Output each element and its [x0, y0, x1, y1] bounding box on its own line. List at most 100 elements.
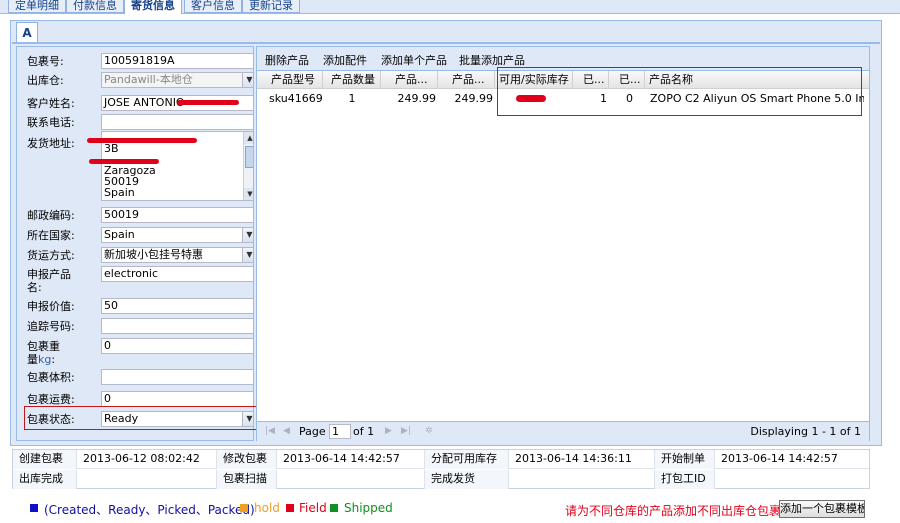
tab-payment-info[interactable]: 付款信息: [66, 0, 124, 13]
country-label: 所在国家:: [27, 229, 75, 242]
col-product-price[interactable]: 产品...: [381, 71, 438, 89]
declared-name-label-1: 申报产品: [27, 268, 71, 281]
page-label: Page: [299, 425, 326, 438]
declared-value-label: 申报价值:: [27, 300, 75, 313]
red-legend-swatch: [286, 504, 294, 512]
package-no-label: 包裹号:: [27, 55, 64, 68]
freight-label: 包裹运费:: [27, 393, 75, 406]
col-sku[interactable]: 产品型号: [257, 71, 323, 89]
shipping-method-value: 新加坡小包挂号特惠: [104, 248, 203, 261]
packer-label: 打包工ID: [655, 470, 715, 489]
batch-add-product-button[interactable]: 批量添加产品: [459, 52, 525, 68]
redaction-mark: [87, 138, 197, 143]
allocated-value: 2013-06-14 14:36:11: [509, 450, 655, 469]
orange-legend-swatch: [240, 504, 248, 512]
zip-label: 邮政编码:: [27, 209, 75, 222]
warehouse-warning: 请为不同仓库的产品添加不同出库仓包裹: [565, 504, 782, 518]
address-label: 发货地址:: [27, 137, 75, 150]
outbound-label: 出库完成: [13, 470, 77, 489]
redaction-mark: [89, 159, 159, 164]
shipping-method-select[interactable]: 新加坡小包挂号特惠 ▼: [101, 247, 253, 263]
blue-legend-text: (Created、Ready、Picked、Packed): [44, 503, 255, 517]
next-page-icon[interactable]: ▶: [385, 426, 392, 436]
volume-field[interactable]: [101, 369, 253, 385]
chevron-down-icon[interactable]: ▼: [242, 228, 253, 242]
cell-price: 249.99: [397, 92, 437, 105]
tab-package-a[interactable]: A: [16, 22, 38, 43]
last-page-icon[interactable]: ▶|: [401, 426, 411, 436]
tracking-field[interactable]: [101, 318, 253, 334]
packer-value: [715, 470, 869, 489]
scroll-up-icon[interactable]: ▲: [244, 132, 253, 144]
start-label: 开始制单: [655, 450, 715, 469]
col-qty[interactable]: 产品数量: [323, 71, 381, 89]
modified-value: 2013-06-14 14:42:57: [277, 450, 425, 469]
add-accessory-button[interactable]: 添加配件: [323, 52, 367, 68]
info-row-2: 出库完成 包裹扫描 完成发货 打包工ID: [13, 470, 869, 489]
weight-field[interactable]: 0: [101, 338, 253, 354]
address-scrollbar[interactable]: ▲ ▼: [243, 132, 253, 200]
weight-label-1: 包裹重: [27, 340, 60, 353]
warehouse-value: Pandawill-本地仓: [104, 73, 193, 86]
info-row-1: 创建包裹 2013-06-12 08:02:42 修改包裹 2013-06-14…: [13, 450, 869, 469]
delete-product-button[interactable]: 删除产品: [265, 52, 309, 68]
refresh-icon[interactable]: ✲: [425, 426, 433, 436]
created-label: 创建包裹: [13, 450, 77, 469]
status-highlight-box: [24, 406, 264, 430]
warehouse-label: 出库仓:: [27, 74, 64, 87]
scan-label: 包裹扫描: [217, 470, 277, 489]
tracking-label: 追踪号码:: [27, 320, 75, 333]
scroll-thumb[interactable]: [245, 146, 253, 168]
tab-shipping-info[interactable]: 寄货信息: [124, 0, 182, 14]
status-legend: (Created、Ready、Picked、Packed) hold Field…: [0, 498, 900, 520]
displaying-text: Displaying 1 - 1 of 1: [750, 425, 861, 438]
tab-customer-info[interactable]: 客户信息: [184, 0, 242, 13]
declared-value-field[interactable]: 50: [101, 298, 253, 314]
shipping-method-label: 货运方式:: [27, 249, 75, 262]
weight-colon: :: [51, 353, 56, 366]
outbound-value: [77, 470, 217, 489]
modified-label: 修改包裹: [217, 450, 277, 469]
grid-pager: |◀ ◀ Page 1 of 1 ▶ ▶| ✲ Displaying 1 - 1…: [257, 421, 869, 441]
country-value: Spain: [104, 228, 135, 241]
tab-order-detail[interactable]: 定单明细: [8, 0, 66, 13]
weight-unit: kg: [38, 353, 52, 366]
scan-value: [277, 470, 425, 489]
page-of-label: of 1: [353, 425, 375, 438]
start-value: 2013-06-14 14:42:57: [721, 452, 838, 465]
top-tab-strip: 定单明细 付款信息 寄货信息 客户信息 更新记录: [0, 0, 900, 14]
chevron-down-icon[interactable]: ▼: [242, 73, 253, 87]
package-form: 包裹号: 100591819A 出库仓: Pandawill-本地仓 ▼ 客户姓…: [16, 46, 254, 441]
add-package-template-button[interactable]: 添加一个包裹模板: [779, 500, 865, 518]
cell-qty: 1: [348, 92, 356, 105]
allocated-label: 分配可用库存: [425, 450, 509, 469]
prev-page-icon[interactable]: ◀: [283, 426, 290, 436]
redaction-mark: [177, 100, 239, 105]
volume-label: 包裹体积:: [27, 371, 75, 384]
created-value: 2013-06-12 08:02:42: [77, 450, 217, 469]
page-number-input[interactable]: 1: [329, 424, 351, 439]
weight-label-2: 量: [27, 353, 38, 366]
chevron-down-icon[interactable]: ▼: [242, 248, 253, 262]
add-single-product-button[interactable]: 添加单个产品: [381, 52, 447, 68]
declared-name-label-2: 名:: [27, 281, 42, 294]
phone-label: 联系电话:: [27, 116, 75, 129]
cell-sku: sku41669: [269, 92, 323, 105]
declared-name-field[interactable]: electronic: [101, 266, 253, 282]
customer-name-label: 客户姓名:: [27, 97, 75, 110]
country-select[interactable]: Spain ▼: [101, 227, 253, 243]
orange-legend-text: hold: [254, 501, 280, 515]
package-no-field[interactable]: 100591819A: [101, 53, 253, 69]
declared-name-label: 申报产品 名:: [27, 268, 71, 294]
freight-field[interactable]: 0: [101, 391, 253, 407]
tab-update-log[interactable]: 更新记录: [242, 0, 300, 13]
phone-field[interactable]: [101, 114, 253, 130]
col-product-amount[interactable]: 产品...: [438, 71, 495, 89]
zip-field[interactable]: 50019: [101, 207, 253, 223]
first-page-icon[interactable]: |◀: [265, 426, 275, 436]
green-legend-text: Shipped: [344, 501, 393, 515]
cell-amount: 249.99: [454, 92, 494, 105]
warehouse-select[interactable]: Pandawill-本地仓 ▼: [101, 72, 253, 88]
scroll-down-icon[interactable]: ▼: [244, 188, 253, 200]
shipped-label: 完成发货: [425, 470, 509, 489]
